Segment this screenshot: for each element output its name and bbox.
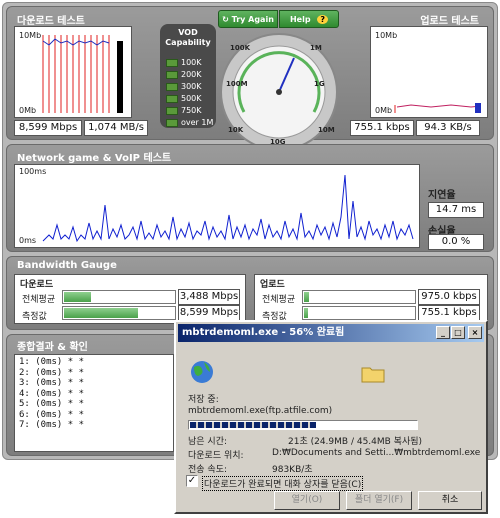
open-button[interactable]: 열기(O) [274, 491, 340, 510]
close-on-complete-label[interactable]: 다운로드가 완료되면 대화 상자를 닫음(C) [202, 476, 364, 491]
bandwidth-upload-avg-label: 전체평균 [262, 295, 296, 305]
bandwidth-download-measured-fill [64, 308, 139, 318]
summary-list[interactable]: 1: (0ms) * * 2: (0ms) * * 3: (0ms) * * 4… [14, 354, 174, 452]
checkmark-icon: ✓ [187, 475, 197, 486]
bandwidth-download-avg-fill [64, 292, 92, 302]
gauge-scale-1m: 1M [310, 44, 322, 52]
bandwidth-upload-label: 업로드 [260, 280, 285, 290]
vod-title-line1: VOD [178, 28, 198, 37]
bandwidth-download-measured-bar [62, 306, 176, 320]
gauge-scale-10m: 10M [318, 126, 335, 134]
open-folder-button[interactable]: 폴더 열기(F) [346, 491, 412, 510]
vod-title: VOD Capability [160, 28, 216, 48]
summary-row: 4: (0ms) * * [19, 388, 85, 399]
latency-value: 14.7 ms [428, 202, 484, 218]
network-title: Network game & VoIP 테스트 [17, 153, 172, 164]
dialog-title: mbtrdemoml.exe - 56% 완료됨 [182, 327, 345, 338]
network-chart: 100ms 0ms [14, 164, 420, 248]
summary-row: 7: (0ms) * * [19, 420, 85, 430]
download-progress-bar [188, 420, 418, 430]
minimize-button[interactable]: _ [436, 326, 450, 339]
bandwidth-upload-measured-fill [304, 308, 308, 318]
gauge-scale-1g: 1G [314, 80, 325, 88]
download-progress-fill [190, 422, 316, 428]
bandwidth-upload-measured-bar [302, 306, 416, 320]
download-speed-value: 8,599 Mbps [14, 120, 82, 136]
download-test-title: 다운로드 테스트 [17, 16, 85, 27]
bandwidth-download-measured-value: 8,599 Mbps [178, 305, 240, 321]
upload-chart-plot [394, 103, 482, 113]
vod-level-over-1m: over 1M [166, 118, 213, 128]
saving-label: 저장 중: [188, 395, 219, 405]
try-again-button[interactable]: ↻ Try Again [218, 10, 278, 28]
vod-level-750k: 750K [166, 106, 202, 116]
summary-row: 5: (0ms) * * [19, 399, 85, 409]
upload-chart: 10Mb 0Mb [370, 26, 488, 118]
speed-label: 전송 속도: [188, 465, 228, 475]
help-button[interactable]: Help ? [279, 10, 339, 28]
summary-row: 1: (0ms) * * [19, 357, 85, 367]
gauge-scale-100m: 100M [226, 80, 248, 88]
help-label: Help [289, 15, 311, 24]
saving-value: mbtrdemoml.exe(ftp.atfile.com) [188, 406, 333, 416]
network-latency-plot [42, 174, 414, 243]
folder-icon [361, 367, 385, 383]
loss-value: 0.0 % [428, 234, 484, 250]
vod-level-200k: 200K [166, 70, 202, 80]
speed-value: 983KB/초 [272, 465, 313, 475]
vod-level-300k: 300K [166, 82, 202, 92]
close-on-complete-checkbox[interactable]: ✓ [186, 475, 198, 487]
location-value: D:₩Documents and Setti...₩mbtrdemoml.exe [272, 448, 481, 458]
bandwidth-download-label: 다운로드 [20, 280, 54, 290]
dialog-title-bar[interactable]: mbtrdemoml.exe - 56% 완료됨 _ □ × [178, 324, 484, 342]
vod-level-500k: 500K [166, 94, 202, 104]
close-button[interactable]: × [468, 326, 482, 339]
globe-icon [191, 361, 213, 383]
speed-gauge: 10K 100K 1M 10M 100M 1G 10G [214, 8, 344, 151]
location-label: 다운로드 위치: [188, 451, 244, 461]
remaining-label: 남은 시간: [188, 437, 228, 447]
question-icon: ? [317, 15, 329, 24]
vod-capability-panel: VOD Capability 100K 200K 300K 500K 750K … [160, 24, 216, 128]
gauge-scale-10k: 10K [228, 126, 244, 134]
gauge-scale-100k: 100K [230, 44, 251, 52]
download-progress-dialog: mbtrdemoml.exe - 56% 완료됨 _ □ × 저장 중: mbt… [174, 320, 488, 514]
upload-rate-value: 94.3 KB/s [416, 120, 480, 136]
bandwidth-upload-avg-value: 975.0 kbps [418, 289, 480, 305]
cancel-button[interactable]: 취소 [418, 491, 482, 510]
summary-row: 3: (0ms) * * [19, 378, 85, 388]
summary-row: 2: (0ms) * * [19, 367, 85, 378]
bandwidth-upload-measured-value: 755.1 kbps [418, 305, 480, 321]
download-rate-value: 1,074 MB/s [84, 120, 148, 136]
bandwidth-upload-avg-fill [304, 292, 309, 302]
bandwidth-download-avg-value: 3,488 Mbps [178, 289, 240, 305]
summary-row: 6: (0ms) * * [19, 409, 85, 420]
try-again-label: Try Again [231, 15, 274, 24]
upload-test-title: 업로드 테스트 [420, 16, 479, 27]
maximize-button[interactable]: □ [451, 326, 465, 339]
latency-label: 지연율 [428, 190, 456, 201]
upload-speed-value: 755.1 kbps [350, 120, 414, 136]
bandwidth-download-measured-label: 측정값 [22, 312, 47, 322]
bandwidth-title: Bandwidth Gauge [17, 260, 117, 271]
vod-title-line2: Capability [165, 38, 211, 47]
refresh-icon: ↻ [222, 15, 229, 24]
remaining-value: 21초 (24.9MB / 45.4MB 복사됨) [288, 437, 423, 447]
summary-title: 종합결과 & 확인 [17, 342, 88, 353]
bandwidth-download-avg-label: 전체평균 [22, 295, 56, 305]
vod-level-100k: 100K [166, 58, 202, 68]
download-chart-plot [42, 35, 123, 113]
bandwidth-upload-avg-bar [302, 290, 416, 304]
download-chart: 10Mb 0Mb [14, 26, 132, 118]
bandwidth-download-avg-bar [62, 290, 176, 304]
